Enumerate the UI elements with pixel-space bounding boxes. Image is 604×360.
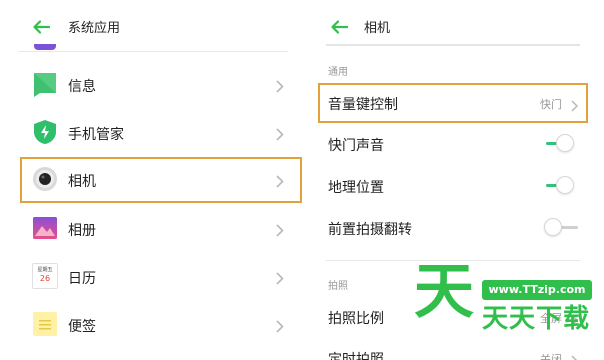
app-item-messages[interactable]: 信息 [20,62,302,108]
calendar-weekday: 星期五 [37,267,53,273]
watermark-url: www.TTzip.com [482,280,592,300]
page-title: 系统应用 [68,21,121,36]
setting-label: 快门声音 [328,138,384,154]
chevron-right-icon [276,173,284,188]
setting-label: 拍照比例 [328,311,384,327]
app-item-notes[interactable]: 便签 [20,302,302,348]
chevron-right-icon [276,318,284,333]
calendar-icon: 星期五 26 [32,263,58,289]
setting-shutter-sound: 快门声音 [318,124,588,164]
app-label: 日历 [68,271,96,287]
gallery-icon [32,215,58,241]
setting-value: 快门 [540,98,562,111]
setting-location: 地理位置 [318,166,588,206]
header-divider [326,44,580,46]
app-item-calendar[interactable]: 星期五 26 日历 [20,254,302,300]
front-mirror-toggle[interactable] [544,218,578,236]
phone-manager-icon [32,119,58,145]
chevron-right-icon [276,270,284,285]
watermark-name: 天天下载 [482,304,591,334]
chevron-right-icon [276,222,284,237]
setting-volume-key-control[interactable]: 音量键控制 快门 [318,83,588,123]
app-item-gallery[interactable]: 相册 [20,206,302,252]
app-item-phone-manager[interactable]: 手机管家 [20,110,302,156]
site-watermark: 天 www.TTzip.com 天天下载 [408,262,604,360]
app-label: 信息 [68,79,96,95]
app-item-camera[interactable]: 相机 [20,157,302,203]
setting-label: 前置拍摄翻转 [328,222,412,238]
chevron-right-icon [276,126,284,141]
back-arrow-icon[interactable] [330,20,348,34]
partial-app-icon [34,44,56,50]
messages-icon [32,71,58,97]
app-label: 相机 [68,174,96,190]
app-label: 相册 [68,223,96,239]
notes-icon [32,311,58,337]
camera-icon [32,166,58,192]
setting-label: 地理位置 [328,180,384,196]
system-apps-header: 系统应用 [0,0,306,52]
section-header-photo: 拍照 [328,281,348,292]
location-toggle[interactable] [544,176,576,194]
setting-front-mirror: 前置拍摄翻转 [318,208,588,248]
app-label: 便签 [68,319,96,335]
back-arrow-icon[interactable] [32,20,50,34]
system-apps-panel: 系统应用 信息 手机管家 相机 相册 星期五 26 日历 便签 [0,0,306,360]
chevron-right-icon [571,97,579,112]
shutter-sound-toggle[interactable] [544,134,576,152]
setting-label: 音量键控制 [328,97,398,113]
setting-label: 定时拍照 [328,352,384,360]
page-title: 相机 [364,21,391,36]
chevron-right-icon [276,78,284,93]
header-divider [18,51,288,52]
watermark-logo-char: 天 [414,257,474,327]
section-header-general: 通用 [328,67,348,78]
calendar-date: 26 [39,274,51,283]
app-label: 手机管家 [68,127,124,143]
